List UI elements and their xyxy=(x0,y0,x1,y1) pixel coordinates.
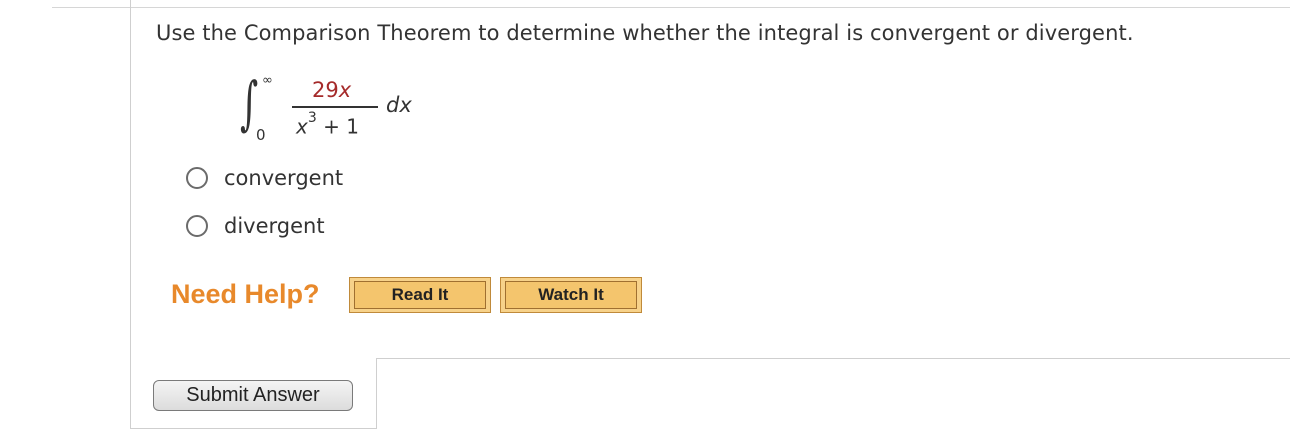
read-it-label: Read It xyxy=(354,281,486,309)
panel-divider xyxy=(376,358,1290,359)
submit-panel-right-border xyxy=(376,358,377,429)
option-divergent[interactable]: divergent xyxy=(186,213,325,239)
denominator-exponent: 3 xyxy=(307,110,317,126)
option-label-divergent: divergent xyxy=(224,214,325,238)
numerator-var: x xyxy=(338,78,352,102)
denominator-rest: + 1 xyxy=(316,114,359,139)
watch-it-button[interactable]: Watch It xyxy=(500,277,642,313)
option-convergent[interactable]: convergent xyxy=(186,165,343,191)
denominator: x3 + 1 xyxy=(296,110,359,139)
panel-left-border xyxy=(130,0,131,428)
integral-expression: ∫ ∞ 0 29x x3 + 1 dx xyxy=(240,70,440,150)
denominator-base: x xyxy=(296,114,308,139)
upper-limit: ∞ xyxy=(262,73,273,88)
read-it-button[interactable]: Read It xyxy=(349,277,491,313)
radio-convergent[interactable] xyxy=(186,167,208,189)
differential: dx xyxy=(386,93,412,117)
numerator: 29x xyxy=(312,78,351,102)
option-label-convergent: convergent xyxy=(224,166,344,190)
fraction-bar xyxy=(292,106,378,108)
watch-it-label: Watch It xyxy=(505,281,637,309)
panel-top-border xyxy=(52,7,1290,8)
lower-limit: 0 xyxy=(256,126,266,144)
radio-divergent[interactable] xyxy=(186,215,208,237)
need-help-label: Need Help? xyxy=(171,279,320,309)
submit-answer-button[interactable]: Submit Answer xyxy=(153,380,353,411)
numerator-coeff: 29 xyxy=(312,78,339,102)
question-text: Use the Comparison Theorem to determine … xyxy=(156,21,1134,45)
